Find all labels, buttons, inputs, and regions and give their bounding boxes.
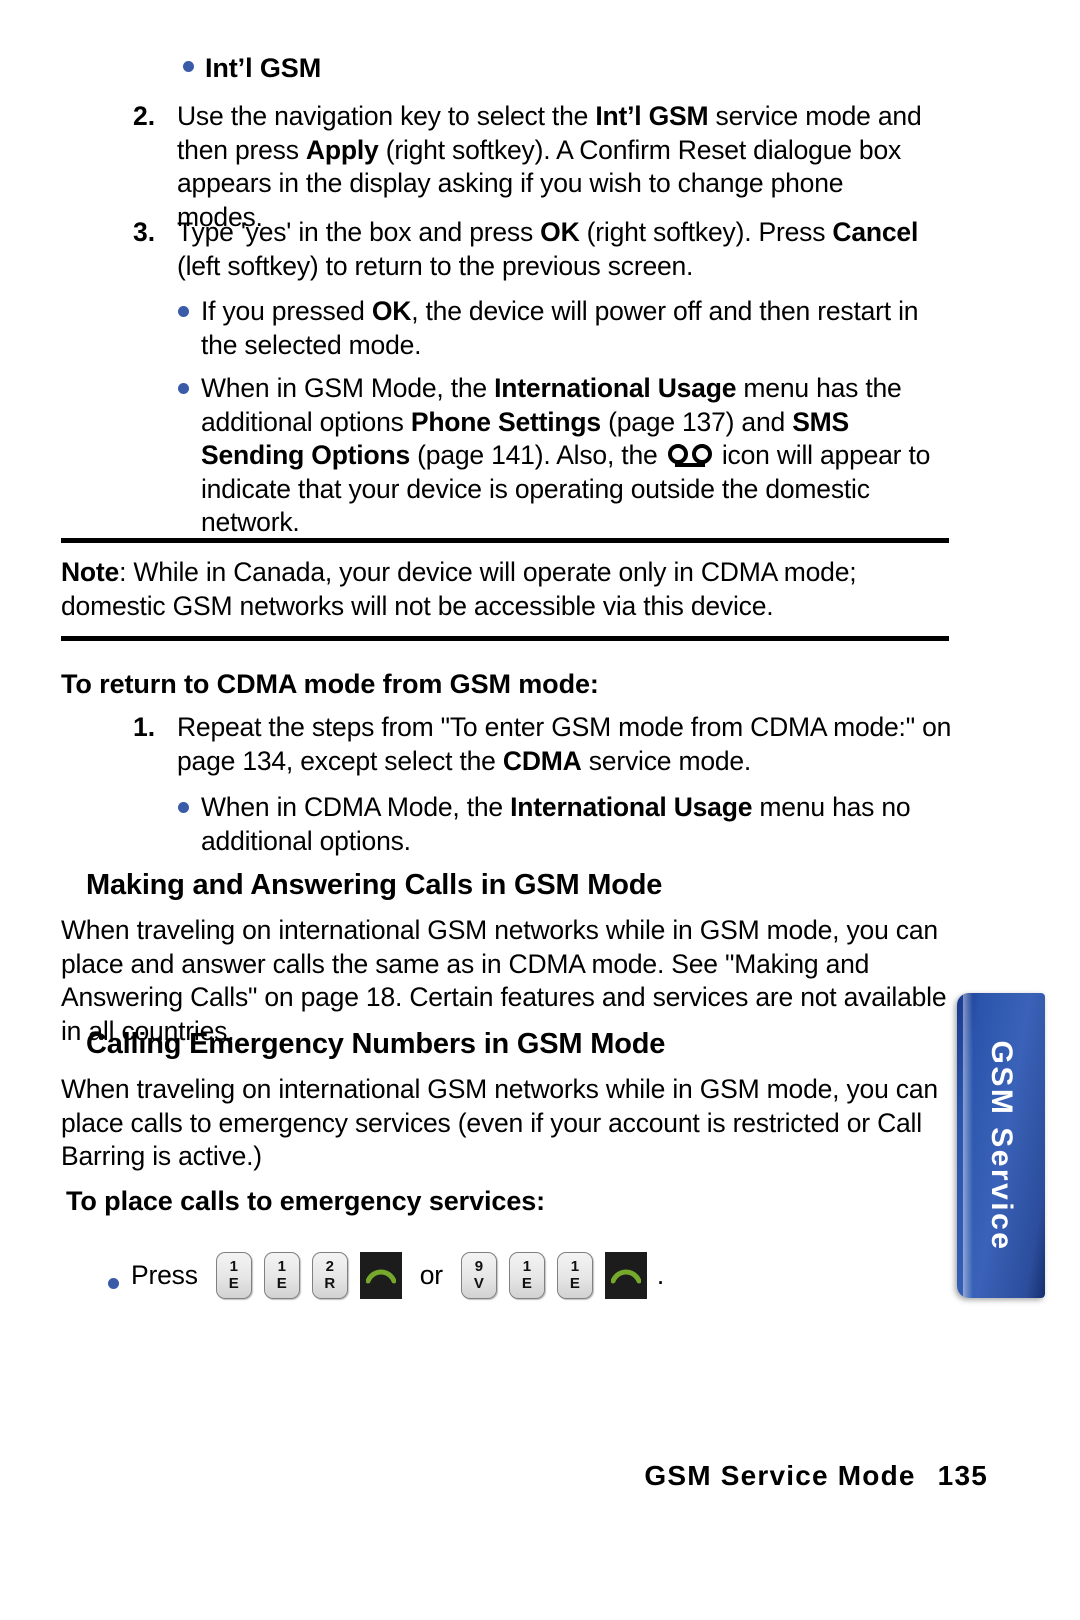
note-label: Note [61,557,120,587]
key-number: 1 [522,1258,532,1275]
note-rule-bottom [61,636,949,641]
footer-title: GSM Service Mode [644,1460,916,1491]
s3b2-bold-2: Phone Settings [410,406,601,437]
key-2-r[interactable]: 2 R [311,1252,348,1299]
return-bullet: When in CDMA Mode, the International Usa… [178,791,938,858]
step-3: 3. Type 'yes' in the box and press OK (r… [133,216,933,283]
sequence-period: . [656,1259,665,1290]
step-2-bold-1: Int’l GSM [595,101,709,131]
s3b1-bold-1: OK [371,296,412,326]
step-2-bold-2: Apply [305,134,379,165]
step-3-bullet-2: When in GSM Mode, the International Usag… [178,372,948,540]
key-number: 2 [325,1258,334,1275]
or-label: or [419,1259,443,1290]
step-3-bold-1: OK [540,217,580,247]
step-2-text: Use the navigation key to select the Int… [177,100,933,234]
bullet-dot-icon [108,1278,119,1289]
key-letter: E [276,1275,287,1292]
bullet-dot-icon [183,61,194,72]
side-tab-label: GSM Service [985,1040,1018,1251]
key-letter: R [324,1275,336,1292]
step-3-bold-2: Cancel [832,217,919,247]
step-3-text-2: (right softkey). Press [579,217,833,247]
note-text: Note: While in Canada, your device will … [61,543,949,623]
emergency-section-heading: Calling Emergency Numbers in GSM Mode [86,1028,666,1060]
step-2-text-1: Use the navigation key to select the [177,101,596,131]
press-label: Press [131,1259,198,1290]
s3b1-text-1: If you pressed [201,296,372,326]
making-section-heading: Making and Answering Calls in GSM Mode [86,869,663,901]
key-letter: V [473,1275,484,1292]
step-3-bullet-2-text: When in GSM Mode, the International Usag… [201,372,948,540]
s3b2-text-1: When in GSM Mode, the [201,373,495,403]
step-3-text-1: Type 'yes' in the box and press [177,217,541,247]
intl-gsm-label: Int’l GSM [205,53,322,83]
emergency-key-sequence: Press 1 E 1 E 2 R or 9 V 1 E 1 E . [108,1252,808,1299]
key-number: 1 [570,1258,580,1275]
page-footer: GSM Service Mode 135 [644,1460,988,1492]
step-2-number: 2. [133,101,156,131]
rs1-text-2: service mode. [581,745,752,776]
manual-page: Int’l GSM 2. Use the navigation key to s… [0,0,1080,1620]
return-section-heading: To return to CDMA mode from GSM mode: [61,669,599,699]
rb-text-1: When in CDMA Mode, the [201,792,511,822]
side-tab-highlight [963,993,973,1298]
key-letter: E [521,1275,532,1292]
step-2: 2. Use the navigation key to select the … [133,100,933,234]
s3b2-bold-1: International Usage [494,373,737,403]
step-3-number: 3. [133,217,156,247]
return-step-1: 1. Repeat the steps from "To enter GSM m… [133,711,953,778]
bullet-dot-icon [178,802,189,813]
page-number: 135 [937,1460,988,1491]
send-key-icon-b[interactable] [604,1252,647,1299]
key-number: 1 [229,1258,238,1275]
rb-bold-1: International Usage [510,792,753,822]
note-block: Note: While in Canada, your device will … [61,538,949,623]
key-9-v[interactable]: 9 V [460,1252,497,1299]
emergency-section-paragraph: When traveling on international GSM netw… [61,1074,938,1171]
send-key-icon-a[interactable] [359,1252,402,1299]
key-1-e-a[interactable]: 1 E [215,1252,252,1299]
return-step-1-number: 1. [133,712,156,742]
step-3-text: Type 'yes' in the box and press OK (righ… [177,216,933,283]
key-number: 9 [474,1258,484,1275]
key-1-e-b[interactable]: 1 E [263,1252,300,1299]
step-3-text-3: (left softkey) to return to the previous… [177,250,694,281]
key-1-e-c[interactable]: 1 E [508,1252,545,1299]
rs1-bold-1: CDMA [502,745,582,776]
side-tab-gsm-service[interactable]: GSM Service [957,993,1045,1298]
intl-gsm-bullet: Int’l GSM [183,52,943,85]
key-number: 1 [277,1258,286,1275]
note-body: : While in Canada, your device will oper… [61,557,857,621]
key-1-e-d[interactable]: 1 E [556,1252,593,1299]
step-3-bullet-1-text: If you pressed OK, the device will power… [201,295,938,362]
bullet-dot-icon [178,383,189,394]
key-letter: E [569,1275,580,1292]
bullet-dot-icon [178,306,189,317]
return-step-1-text: Repeat the steps from "To enter GSM mode… [177,711,953,778]
return-bullet-text: When in CDMA Mode, the International Usa… [201,791,938,858]
roaming-icon [667,444,712,467]
emergency-subheading: To place calls to emergency services: [66,1186,546,1216]
step-3-bullet-1: If you pressed OK, the device will power… [178,295,938,362]
key-letter: E [228,1275,239,1292]
s3b2-text-3: (page 137) and [600,406,793,437]
s3b2-text-4: (page 141). Also, the [410,440,665,470]
